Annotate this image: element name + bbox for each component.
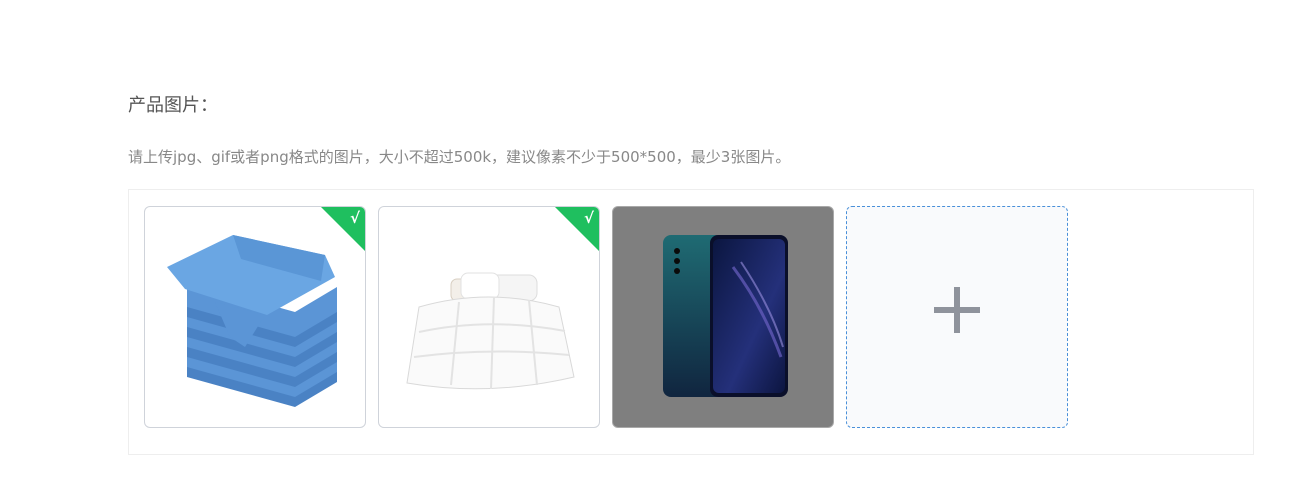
product-image-thumbnail[interactable]: √ — [378, 206, 600, 428]
selected-check-badge: √ — [555, 207, 599, 251]
selected-check-badge: √ — [321, 207, 365, 251]
plus-icon-bar — [934, 307, 980, 313]
upload-hint: 请上传jpg、gif或者png格式的图片，大小不超过500k，建议像素不少于50… — [128, 148, 791, 166]
check-icon: √ — [583, 209, 594, 227]
product-image-thumbnail[interactable]: √ — [144, 206, 366, 428]
phone-image — [663, 235, 788, 397]
add-image-button[interactable] — [846, 206, 1068, 428]
check-icon: √ — [349, 209, 360, 227]
product-image-thumbnail[interactable] — [612, 206, 834, 428]
product-images-title: 产品图片： — [128, 95, 218, 116]
